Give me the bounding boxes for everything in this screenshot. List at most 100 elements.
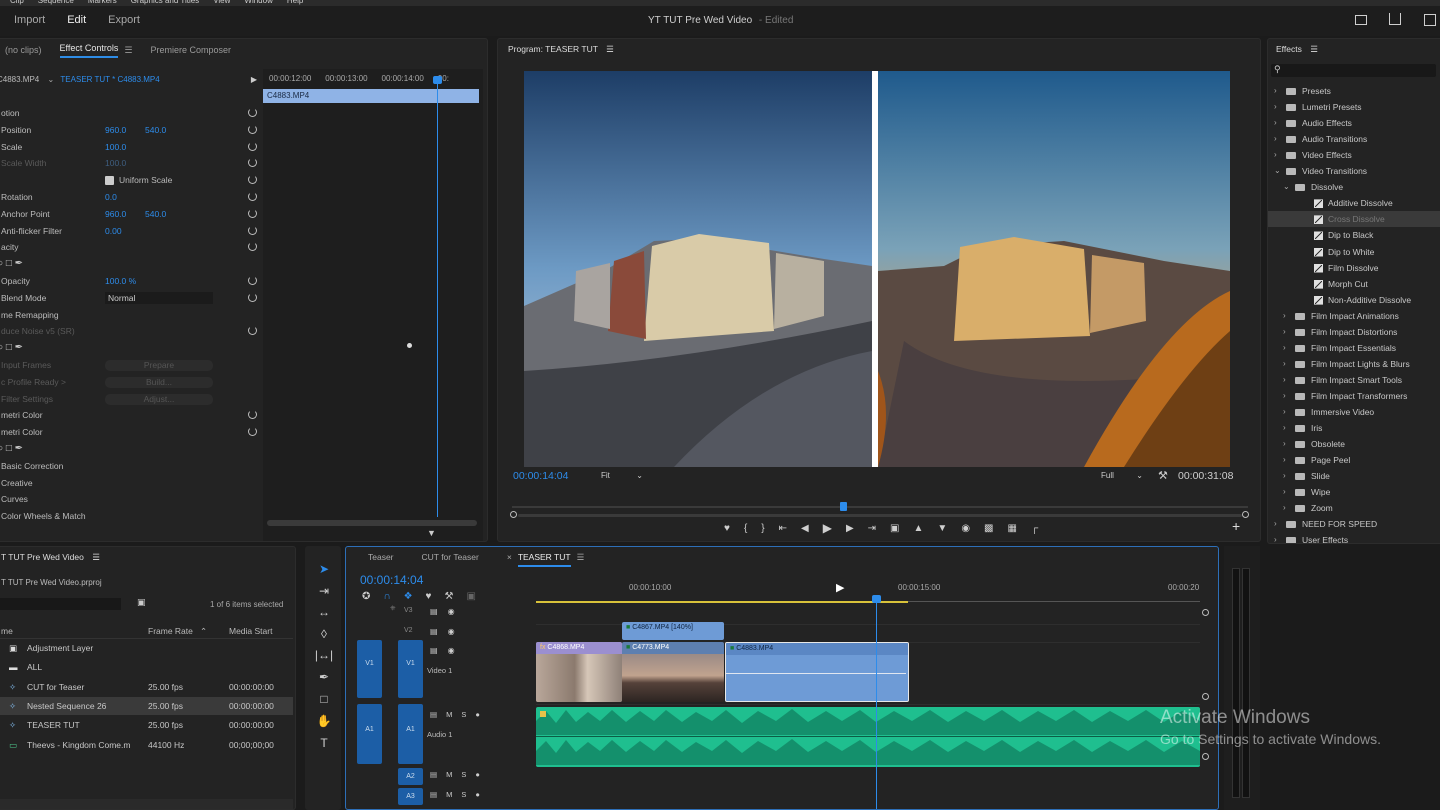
menu-icon[interactable]: ☰ xyxy=(124,45,132,56)
effect-folder[interactable]: › Audio Transitions xyxy=(1268,131,1440,147)
type-tool-icon[interactable]: T xyxy=(314,734,334,752)
effect-folder[interactable]: › Film Impact Lights & Blurs xyxy=(1268,356,1440,372)
sync-lock-icon[interactable]: ▤ xyxy=(430,627,438,636)
ec-playhead[interactable] xyxy=(437,77,438,517)
compare-view-icon[interactable]: ▩ xyxy=(984,523,993,534)
audio-clip-a1[interactable] xyxy=(536,707,1200,767)
filter-icon[interactable]: ▼ xyxy=(427,528,436,538)
video-frame[interactable] xyxy=(524,71,1230,467)
eye-icon[interactable]: ◉ xyxy=(448,607,455,616)
scrollbar-right-handle[interactable] xyxy=(1242,511,1249,518)
step-forward-icon[interactable]: ▶ xyxy=(846,523,854,534)
tab-teaser-tut[interactable]: TEASER TUT xyxy=(517,552,571,567)
project-tab[interactable]: T TUT Pre Wed Video xyxy=(1,552,84,562)
reset-icon[interactable] xyxy=(248,225,257,235)
mic-icon[interactable]: ● xyxy=(475,710,480,719)
vr-icon[interactable]: ┌ xyxy=(1031,523,1038,534)
scrub-playhead[interactable] xyxy=(840,502,848,511)
chevron-right-icon[interactable]: › xyxy=(1274,83,1277,99)
effect-folder[interactable]: › Film Impact Animations xyxy=(1268,308,1440,324)
ec-value-1[interactable]: 100.0 % xyxy=(105,273,136,289)
ec-action-button[interactable]: Prepare xyxy=(105,360,213,371)
chevron-right-icon[interactable]: › xyxy=(1283,468,1286,484)
work-area-bar[interactable] xyxy=(536,601,908,603)
a1-target[interactable]: A1 xyxy=(398,704,423,764)
mark-in-icon[interactable]: { xyxy=(744,523,747,534)
sync-lock-icon[interactable]: ▤ xyxy=(430,646,438,655)
bin-search-icon[interactable]: ▣ xyxy=(137,597,146,608)
captions-icon[interactable]: ▣ xyxy=(466,591,475,602)
ec-value-1[interactable]: 0.00 xyxy=(105,223,122,239)
mic-icon[interactable]: ● xyxy=(475,790,480,799)
effect-folder[interactable]: › Lumetri Presets xyxy=(1268,99,1440,115)
chevron-right-icon[interactable]: › xyxy=(1283,420,1286,436)
timeline-timecode[interactable]: 00:00:14:04 xyxy=(360,573,423,587)
chevron-right-icon[interactable]: › xyxy=(1283,356,1286,372)
chevron-right-icon[interactable]: › xyxy=(1274,516,1277,532)
mark-out-icon[interactable]: } xyxy=(761,523,764,534)
ec-value-1[interactable]: 960.0 xyxy=(105,122,126,138)
menu-item-view[interactable]: View xyxy=(213,0,230,5)
reset-icon[interactable] xyxy=(248,175,257,185)
effect-folder[interactable]: ⌄ Dissolve xyxy=(1268,179,1440,195)
rectangle-tool-icon[interactable]: □ xyxy=(314,690,334,708)
ripple-edit-tool-icon[interactable]: ↔ xyxy=(314,603,334,621)
tab-effect-controls[interactable]: Effect Controls xyxy=(59,43,119,58)
reset-icon[interactable] xyxy=(248,208,257,218)
lift-icon[interactable]: ▲ xyxy=(914,523,924,534)
a1-source-patch[interactable]: A1 xyxy=(357,704,382,764)
mask-tools-icon[interactable]: ○ □ ✒ xyxy=(0,256,23,272)
clip-v1-c[interactable]: ■ C4883.MP4 xyxy=(725,642,909,702)
ec-value-1[interactable]: 100.0 xyxy=(105,139,126,155)
eye-icon[interactable]: ◉ xyxy=(448,627,455,636)
proxy-toggle-icon[interactable]: ▦ xyxy=(1008,523,1017,534)
chevron-right-icon[interactable]: › xyxy=(1274,532,1277,543)
effect-folder[interactable]: › Page Peel xyxy=(1268,452,1440,468)
reset-icon[interactable] xyxy=(248,108,257,117)
chevron-right-icon[interactable]: › xyxy=(1274,99,1277,115)
hand-tool-icon[interactable]: ✋ xyxy=(314,712,334,730)
play-icon[interactable]: ▶ xyxy=(823,521,832,535)
effect-item[interactable]: Dip to Black xyxy=(1268,227,1440,243)
chevron-down-icon[interactable]: ⌄ xyxy=(47,75,54,84)
add-marker-icon[interactable]: ♥ xyxy=(724,523,730,534)
mic-icon[interactable]: ● xyxy=(475,770,480,779)
menu-icon[interactable]: ☰ xyxy=(606,44,614,54)
effect-folder[interactable]: › Film Impact Distortions xyxy=(1268,324,1440,340)
chevron-right-icon[interactable]: › xyxy=(1283,308,1286,324)
project-item[interactable]: ▭ Theevs - Kingdom Come.m 44100 Hz 00;00;00… xyxy=(0,736,293,754)
chevron-right-icon[interactable]: › xyxy=(1283,484,1286,500)
chevron-right-icon[interactable]: › xyxy=(1274,131,1277,147)
tab-no-clips[interactable]: (no clips) xyxy=(5,45,42,55)
project-item[interactable]: ▣ Adjustment Layer xyxy=(0,639,293,657)
tracks-area[interactable]: ■ C4867.MP4 [140%] fx C4868.MP4 ■ C4773.… xyxy=(536,582,1200,809)
safe-margins-icon[interactable]: ▣ xyxy=(890,523,899,534)
chevron-right-icon[interactable]: › xyxy=(1283,388,1286,404)
effect-folder[interactable]: › Wipe xyxy=(1268,484,1440,500)
reset-icon[interactable] xyxy=(248,326,257,336)
pen-tool-icon[interactable]: ✒ xyxy=(314,668,334,686)
fullscreen-icon[interactable] xyxy=(1424,14,1436,26)
snap-icon[interactable]: ∩ xyxy=(383,591,390,602)
mask-tools-icon[interactable]: ○ □ ✒ xyxy=(0,340,23,356)
effect-folder[interactable]: › Video Effects xyxy=(1268,147,1440,163)
effect-folder[interactable]: › Zoom xyxy=(1268,500,1440,516)
mask-tools-icon[interactable]: ○ □ ✒ xyxy=(0,441,23,457)
chevron-right-icon[interactable]: › xyxy=(1283,324,1286,340)
effect-folder[interactable]: › User Effects xyxy=(1268,532,1440,543)
clip-v2[interactable]: ■ C4867.MP4 [140%] xyxy=(622,622,724,640)
reset-icon[interactable] xyxy=(248,276,257,285)
tab-teaser[interactable]: Teaser xyxy=(368,552,394,567)
chevron-right-icon[interactable]: › xyxy=(1283,404,1286,420)
menu-icon[interactable]: ☰ xyxy=(1310,44,1318,54)
effect-item[interactable]: Non-Additive Dissolve xyxy=(1268,292,1440,308)
chevron-down-icon[interactable]: ⌄ xyxy=(1283,179,1290,195)
chevron-right-icon[interactable]: › xyxy=(1283,340,1286,356)
chevron-right-icon[interactable]: › xyxy=(1274,115,1277,131)
reset-icon[interactable] xyxy=(248,242,257,252)
effect-item[interactable]: Additive Dissolve xyxy=(1268,195,1440,211)
effect-folder[interactable]: › Obsolete xyxy=(1268,436,1440,452)
reset-icon[interactable] xyxy=(248,124,257,134)
chevron-right-icon[interactable]: › xyxy=(1283,452,1286,468)
wrench-icon[interactable]: ⚒ xyxy=(444,591,453,602)
